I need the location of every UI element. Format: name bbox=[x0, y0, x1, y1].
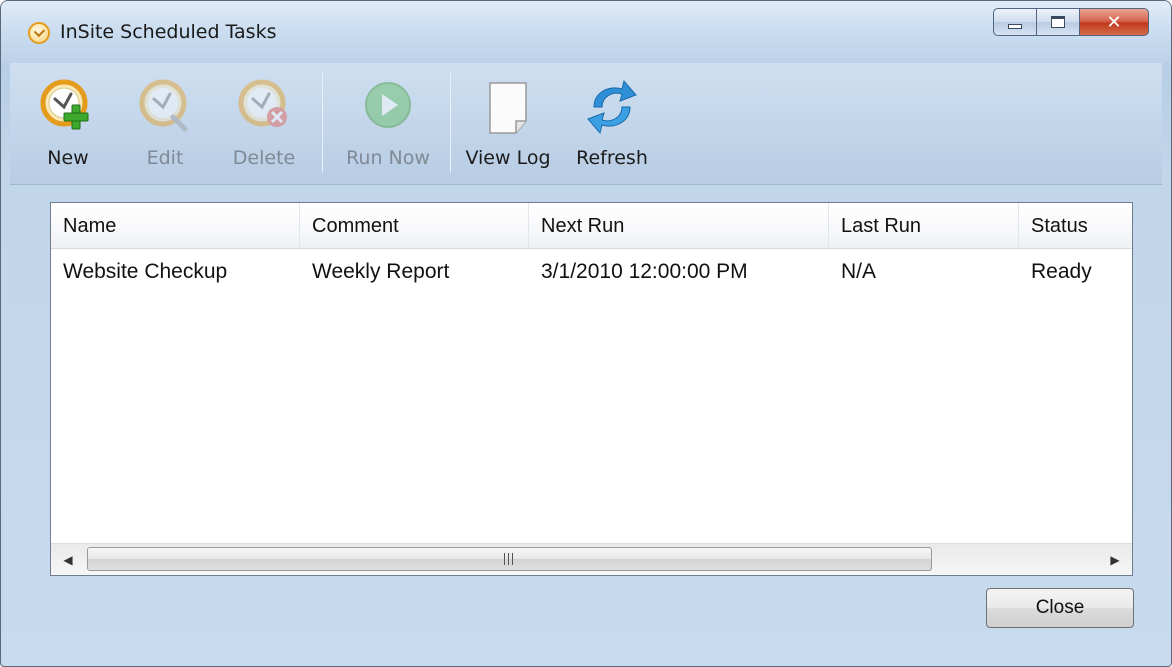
maximize-icon bbox=[1051, 16, 1065, 28]
cell-name: Website Checkup bbox=[63, 260, 228, 283]
cell-next-run: 3/1/2010 12:00:00 PM bbox=[541, 260, 748, 283]
title-bar[interactable]: InSite Scheduled Tasks ✕ bbox=[1, 1, 1171, 63]
toolbar-separator bbox=[450, 73, 451, 173]
scrollbar-thumb[interactable] bbox=[87, 547, 932, 571]
column-header-status[interactable]: Status bbox=[1019, 203, 1132, 249]
scroll-right-button[interactable]: ▶ bbox=[1098, 544, 1132, 575]
scheduled-tasks-window: InSite Scheduled Tasks ✕ New Edit Delete… bbox=[0, 0, 1172, 667]
document-icon bbox=[489, 82, 527, 134]
view-log-label: View Log bbox=[465, 147, 551, 169]
run-now-button[interactable]: Run Now bbox=[330, 73, 446, 181]
maximize-button[interactable] bbox=[1037, 8, 1079, 36]
close-button[interactable]: Close bbox=[986, 588, 1134, 628]
clock-delete-icon bbox=[238, 79, 287, 127]
window-close-button[interactable]: ✕ bbox=[1079, 8, 1149, 36]
column-header-next-run[interactable]: Next Run bbox=[529, 203, 829, 249]
minimize-icon bbox=[1008, 23, 1022, 29]
clock-icon bbox=[28, 22, 50, 44]
edit-button[interactable]: Edit bbox=[128, 73, 202, 181]
cell-comment: Weekly Report bbox=[312, 260, 450, 283]
new-button[interactable]: New bbox=[28, 73, 108, 181]
column-header-last-run[interactable]: Last Run bbox=[829, 203, 1019, 249]
column-header-comment[interactable]: Comment bbox=[300, 203, 529, 249]
list-header: Name Comment Next Run Last Run Status bbox=[51, 203, 1132, 249]
caption-buttons: ✕ bbox=[993, 8, 1149, 36]
delete-label: Delete bbox=[232, 147, 296, 169]
toolbar: New Edit Delete Run Now View Log Refresh bbox=[10, 63, 1162, 185]
edit-label: Edit bbox=[146, 147, 184, 169]
toolbar-separator bbox=[322, 73, 323, 173]
minimize-button[interactable] bbox=[993, 8, 1037, 36]
refresh-label: Refresh bbox=[576, 147, 648, 169]
task-list[interactable]: Name Comment Next Run Last Run Status We… bbox=[50, 202, 1133, 576]
refresh-button[interactable]: Refresh bbox=[566, 73, 658, 181]
window-title: InSite Scheduled Tasks bbox=[60, 21, 277, 43]
clock-edit-icon bbox=[139, 79, 188, 132]
new-label: New bbox=[47, 147, 89, 169]
clock-add-icon bbox=[40, 79, 89, 130]
table-row[interactable]: Website Checkup Weekly Report 3/1/2010 1… bbox=[51, 253, 1132, 291]
run-now-label: Run Now bbox=[346, 147, 430, 169]
horizontal-scrollbar[interactable]: ◀ ▶ bbox=[51, 543, 1132, 575]
view-log-button[interactable]: View Log bbox=[456, 73, 560, 181]
play-icon bbox=[365, 82, 411, 128]
refresh-icon bbox=[587, 79, 637, 135]
column-header-name[interactable]: Name bbox=[51, 203, 300, 249]
arrow-right-icon: ▶ bbox=[1110, 553, 1120, 567]
delete-button[interactable]: Delete bbox=[222, 73, 306, 181]
close-icon: ✕ bbox=[1106, 11, 1122, 33]
arrow-left-icon: ◀ bbox=[63, 553, 73, 567]
grip-icon bbox=[503, 553, 516, 565]
cell-last-run: N/A bbox=[841, 260, 877, 283]
cell-status: Ready bbox=[1031, 260, 1092, 283]
scroll-left-button[interactable]: ◀ bbox=[51, 544, 85, 575]
